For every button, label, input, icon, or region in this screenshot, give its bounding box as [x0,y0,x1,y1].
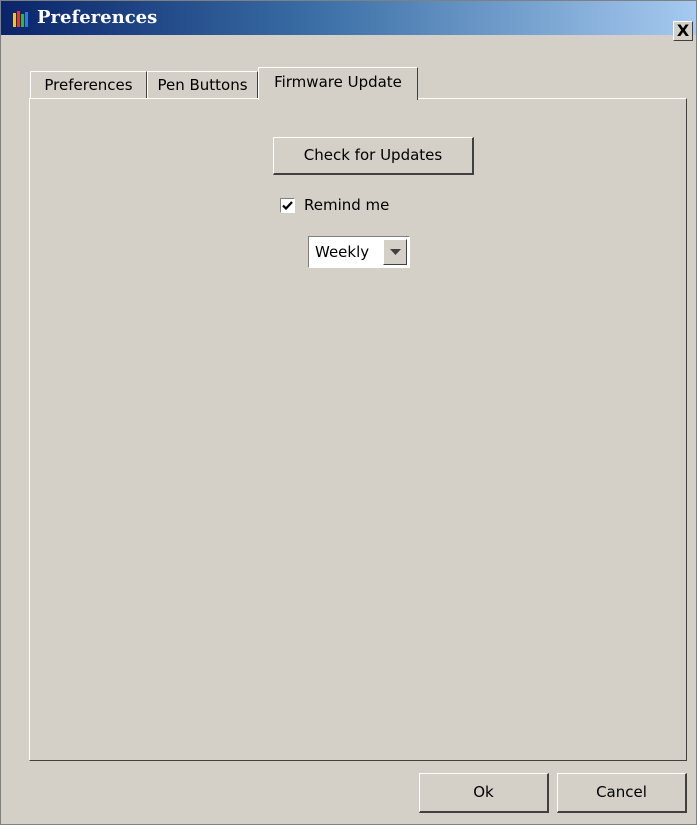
chevron-down-icon [390,249,401,255]
close-icon: X [676,21,690,40]
ok-button[interactable]: Ok [419,773,549,813]
selected-frequency: Weekly [315,243,370,261]
preferences-dialog: Preferences X Preferences Pen Buttons Fi… [0,0,697,825]
title-bar[interactable]: Preferences [1,1,696,35]
tab-label: Firmware Update [274,73,402,91]
tab-label: Pen Buttons [157,76,248,94]
checkmark-icon [282,201,293,211]
dropdown-arrow-button[interactable] [383,239,407,265]
check-for-updates-button[interactable]: Check for Updates [273,137,474,175]
cancel-button[interactable]: Cancel [557,773,687,813]
app-logo-icon [13,11,28,27]
window-title: Preferences [37,7,158,28]
firmware-update-panel: Check for Updates Remind me Weekly [29,98,687,761]
tab-pen-buttons[interactable]: Pen Buttons [147,71,258,99]
remind-me-checkbox[interactable] [280,198,295,213]
tab-firmware-update[interactable]: Firmware Update [258,67,418,100]
remind-me-label: Remind me [304,196,390,214]
tab-preferences[interactable]: Preferences [30,71,147,99]
reminder-frequency-select[interactable]: Weekly [308,236,410,268]
tab-label: Preferences [44,76,133,94]
close-button[interactable]: X [673,21,693,41]
